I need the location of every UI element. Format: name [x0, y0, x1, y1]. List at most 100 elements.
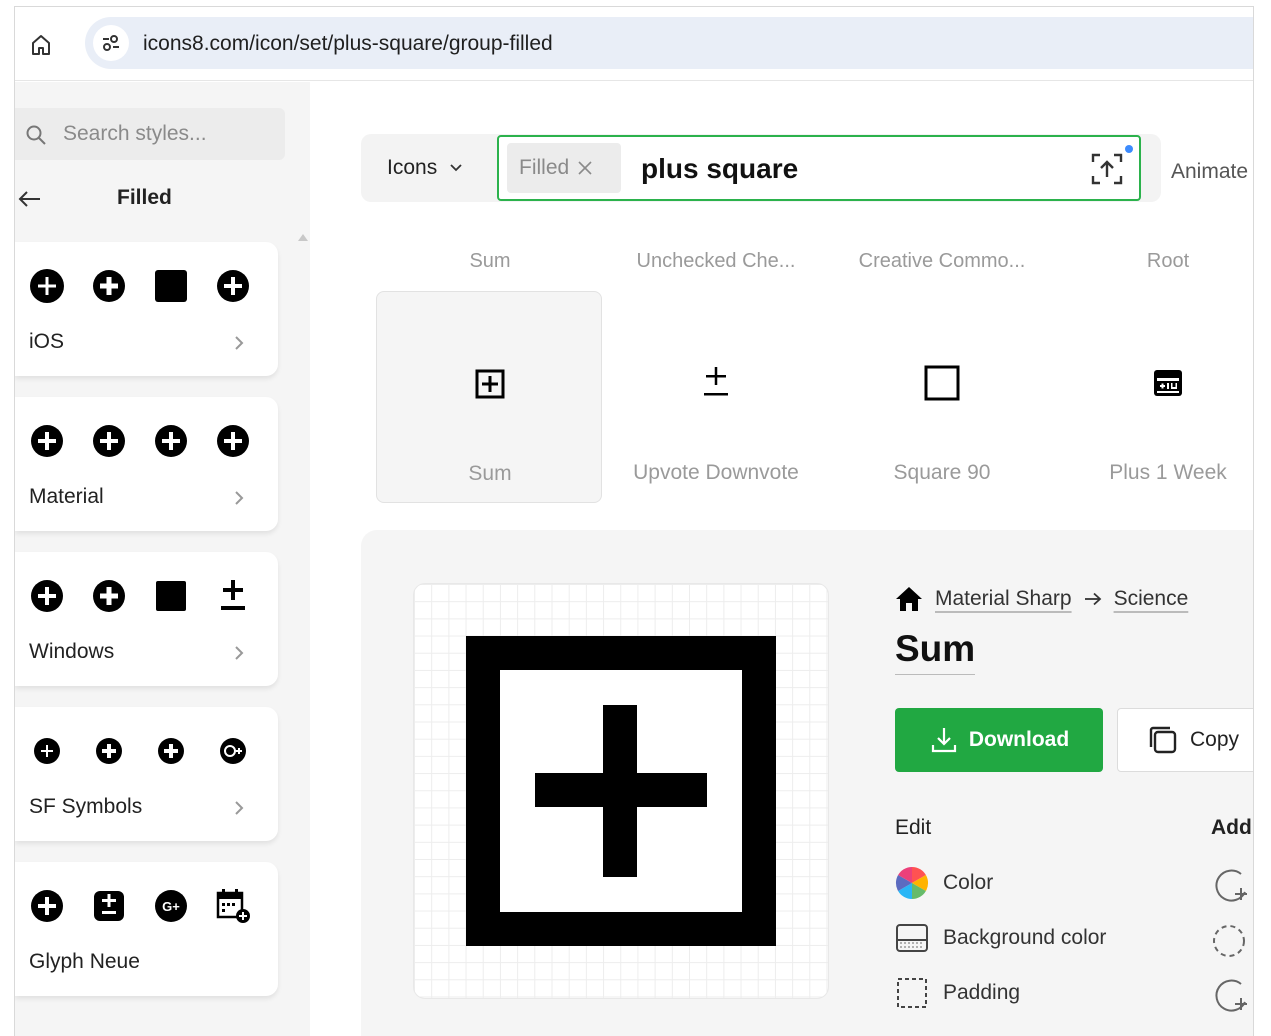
result-card-sum[interactable]: Sum — [376, 291, 602, 503]
download-button[interactable]: Download — [895, 708, 1103, 772]
filter-chip-label: Filled — [519, 156, 570, 179]
tune-icon — [103, 35, 119, 51]
style-card-ios[interactable]: iOS — [15, 242, 278, 376]
plus-circle-icon — [158, 738, 184, 764]
color-wheel-icon — [895, 866, 929, 900]
calendar-plus-week-icon — [1154, 370, 1182, 396]
icon-preview — [413, 583, 829, 999]
style-card-glyph-neue[interactable]: G+ Glyph Neue — [15, 862, 278, 996]
copy-label: Copy — [1190, 728, 1240, 751]
chevron-down-icon — [450, 164, 462, 172]
home-icon — [32, 35, 50, 55]
style-card-windows[interactable]: Windows — [15, 552, 278, 686]
close-icon[interactable] — [577, 160, 593, 176]
add-section-heading: Add — [1211, 816, 1252, 839]
add-dashed-circle-icon[interactable] — [1211, 921, 1251, 961]
icon-title: Sum — [895, 628, 976, 675]
add-circle-plus-icon[interactable] — [1211, 866, 1251, 906]
address-bar[interactable]: icons8.com/icon/set/plus-square/group-fi… — [85, 17, 1253, 69]
scroll-up-arrow[interactable] — [298, 234, 308, 241]
edit-background-color-option[interactable]: Background color — [895, 921, 1106, 955]
plus-circle-icon — [31, 580, 63, 612]
plus-box-icon — [466, 636, 776, 946]
plus-minus-icon — [704, 367, 728, 396]
current-style-title: Filled — [117, 186, 172, 209]
chevron-right-icon — [235, 491, 244, 505]
home-button[interactable] — [25, 29, 57, 61]
styles-sidebar: Filled iOS Material — [15, 82, 310, 1036]
related-search-link[interactable]: Unchecked Che... — [603, 250, 829, 273]
download-icon — [931, 728, 956, 753]
plus-circle-icon — [155, 425, 187, 457]
edit-section-heading: Edit — [895, 816, 932, 839]
plus-minus-box-icon — [94, 891, 124, 921]
filter-chip[interactable]: Filled — [507, 143, 621, 193]
plus-box-icon — [475, 369, 505, 399]
upload-image-icon — [1091, 153, 1123, 185]
browser-window: icons8.com/icon/set/plus-square/group-fi… — [14, 6, 1254, 1036]
chevron-right-icon — [235, 801, 244, 815]
result-card-upvote-downvote[interactable]: Upvote Downvote — [603, 291, 829, 503]
search-bar: Icons Filled — [361, 134, 1161, 202]
plus-circle-icon — [30, 269, 64, 303]
upload-image-search-button[interactable] — [1087, 145, 1133, 189]
site-info-button[interactable] — [93, 25, 129, 61]
style-card-label: SF Symbols — [29, 795, 143, 818]
plus-circle-icon — [34, 738, 60, 764]
filled-square-icon — [156, 581, 186, 611]
plus-minus-icon — [221, 580, 245, 610]
style-card-label: Glyph Neue — [29, 950, 140, 973]
edit-color-option[interactable]: Color — [895, 866, 993, 900]
padding-icon — [897, 978, 927, 1008]
breadcrumb-link[interactable]: Material Sharp — [935, 587, 1072, 611]
plus-circle-icon — [217, 270, 249, 302]
plus-circle-icon — [217, 425, 249, 457]
back-arrow-icon[interactable] — [17, 186, 43, 212]
search-input[interactable] — [641, 149, 1061, 189]
related-search-link[interactable]: Root — [1055, 250, 1253, 273]
breadcrumb-link[interactable]: Science — [1114, 587, 1189, 611]
search-field: Filled — [497, 135, 1141, 201]
style-card-label: Material — [29, 485, 104, 508]
breadcrumb: Material Sharp Science — [895, 586, 1188, 612]
result-card-square-90[interactable]: Square 90 — [829, 291, 1055, 503]
add-circle-plus-icon[interactable] — [1211, 976, 1251, 1016]
copy-icon — [1149, 726, 1177, 754]
plus-circle-icon — [31, 425, 63, 457]
filled-square-icon — [155, 270, 187, 302]
chevron-right-icon — [235, 336, 244, 350]
main-content: Icons Filled Animate Sum Un — [311, 82, 1253, 1036]
background-color-icon — [896, 924, 928, 952]
edit-option-label: Padding — [943, 981, 1021, 1004]
plus-circle-icon — [93, 425, 125, 457]
chevron-right-icon — [235, 646, 244, 660]
url-text[interactable]: icons8.com/icon/set/plus-square/group-fi… — [143, 32, 553, 56]
edit-option-label: Background color — [943, 926, 1107, 949]
style-card-label: Windows — [29, 640, 115, 663]
notification-dot — [1125, 145, 1133, 153]
edit-padding-option[interactable]: Padding — [895, 976, 1020, 1010]
asset-type-label: Icons — [387, 156, 438, 179]
search-icon — [26, 125, 46, 145]
result-label: Plus 1 Week — [1109, 461, 1227, 484]
plus-circle-icon — [31, 890, 63, 922]
home-filled-icon[interactable] — [895, 586, 923, 612]
style-card-sf-symbols[interactable]: SF Symbols — [15, 707, 278, 841]
plus-circle-icon — [93, 580, 125, 612]
icon-detail-panel: Material Sharp Science Sum Download Copy… — [361, 530, 1253, 1036]
related-search-link[interactable]: Sum — [377, 250, 603, 273]
animated-filter-link[interactable]: Animate — [1171, 160, 1248, 184]
style-card-material[interactable]: Material — [15, 397, 278, 531]
download-label: Download — [968, 728, 1070, 751]
calendar-plus-icon — [216, 889, 250, 923]
related-search-link[interactable]: Creative Commo... — [829, 250, 1055, 273]
style-search-input[interactable] — [63, 118, 273, 150]
style-card-label: iOS — [29, 330, 65, 353]
result-label: Upvote Downvote — [633, 461, 799, 484]
copy-button[interactable]: Copy — [1117, 708, 1253, 772]
google-plus-icon — [220, 738, 246, 764]
browser-toolbar: icons8.com/icon/set/plus-square/group-fi… — [15, 7, 1253, 81]
result-label: Sum — [468, 462, 512, 485]
result-card-plus-1-week[interactable]: Plus 1 Week — [1055, 291, 1253, 503]
asset-type-dropdown[interactable]: Icons — [361, 134, 497, 202]
